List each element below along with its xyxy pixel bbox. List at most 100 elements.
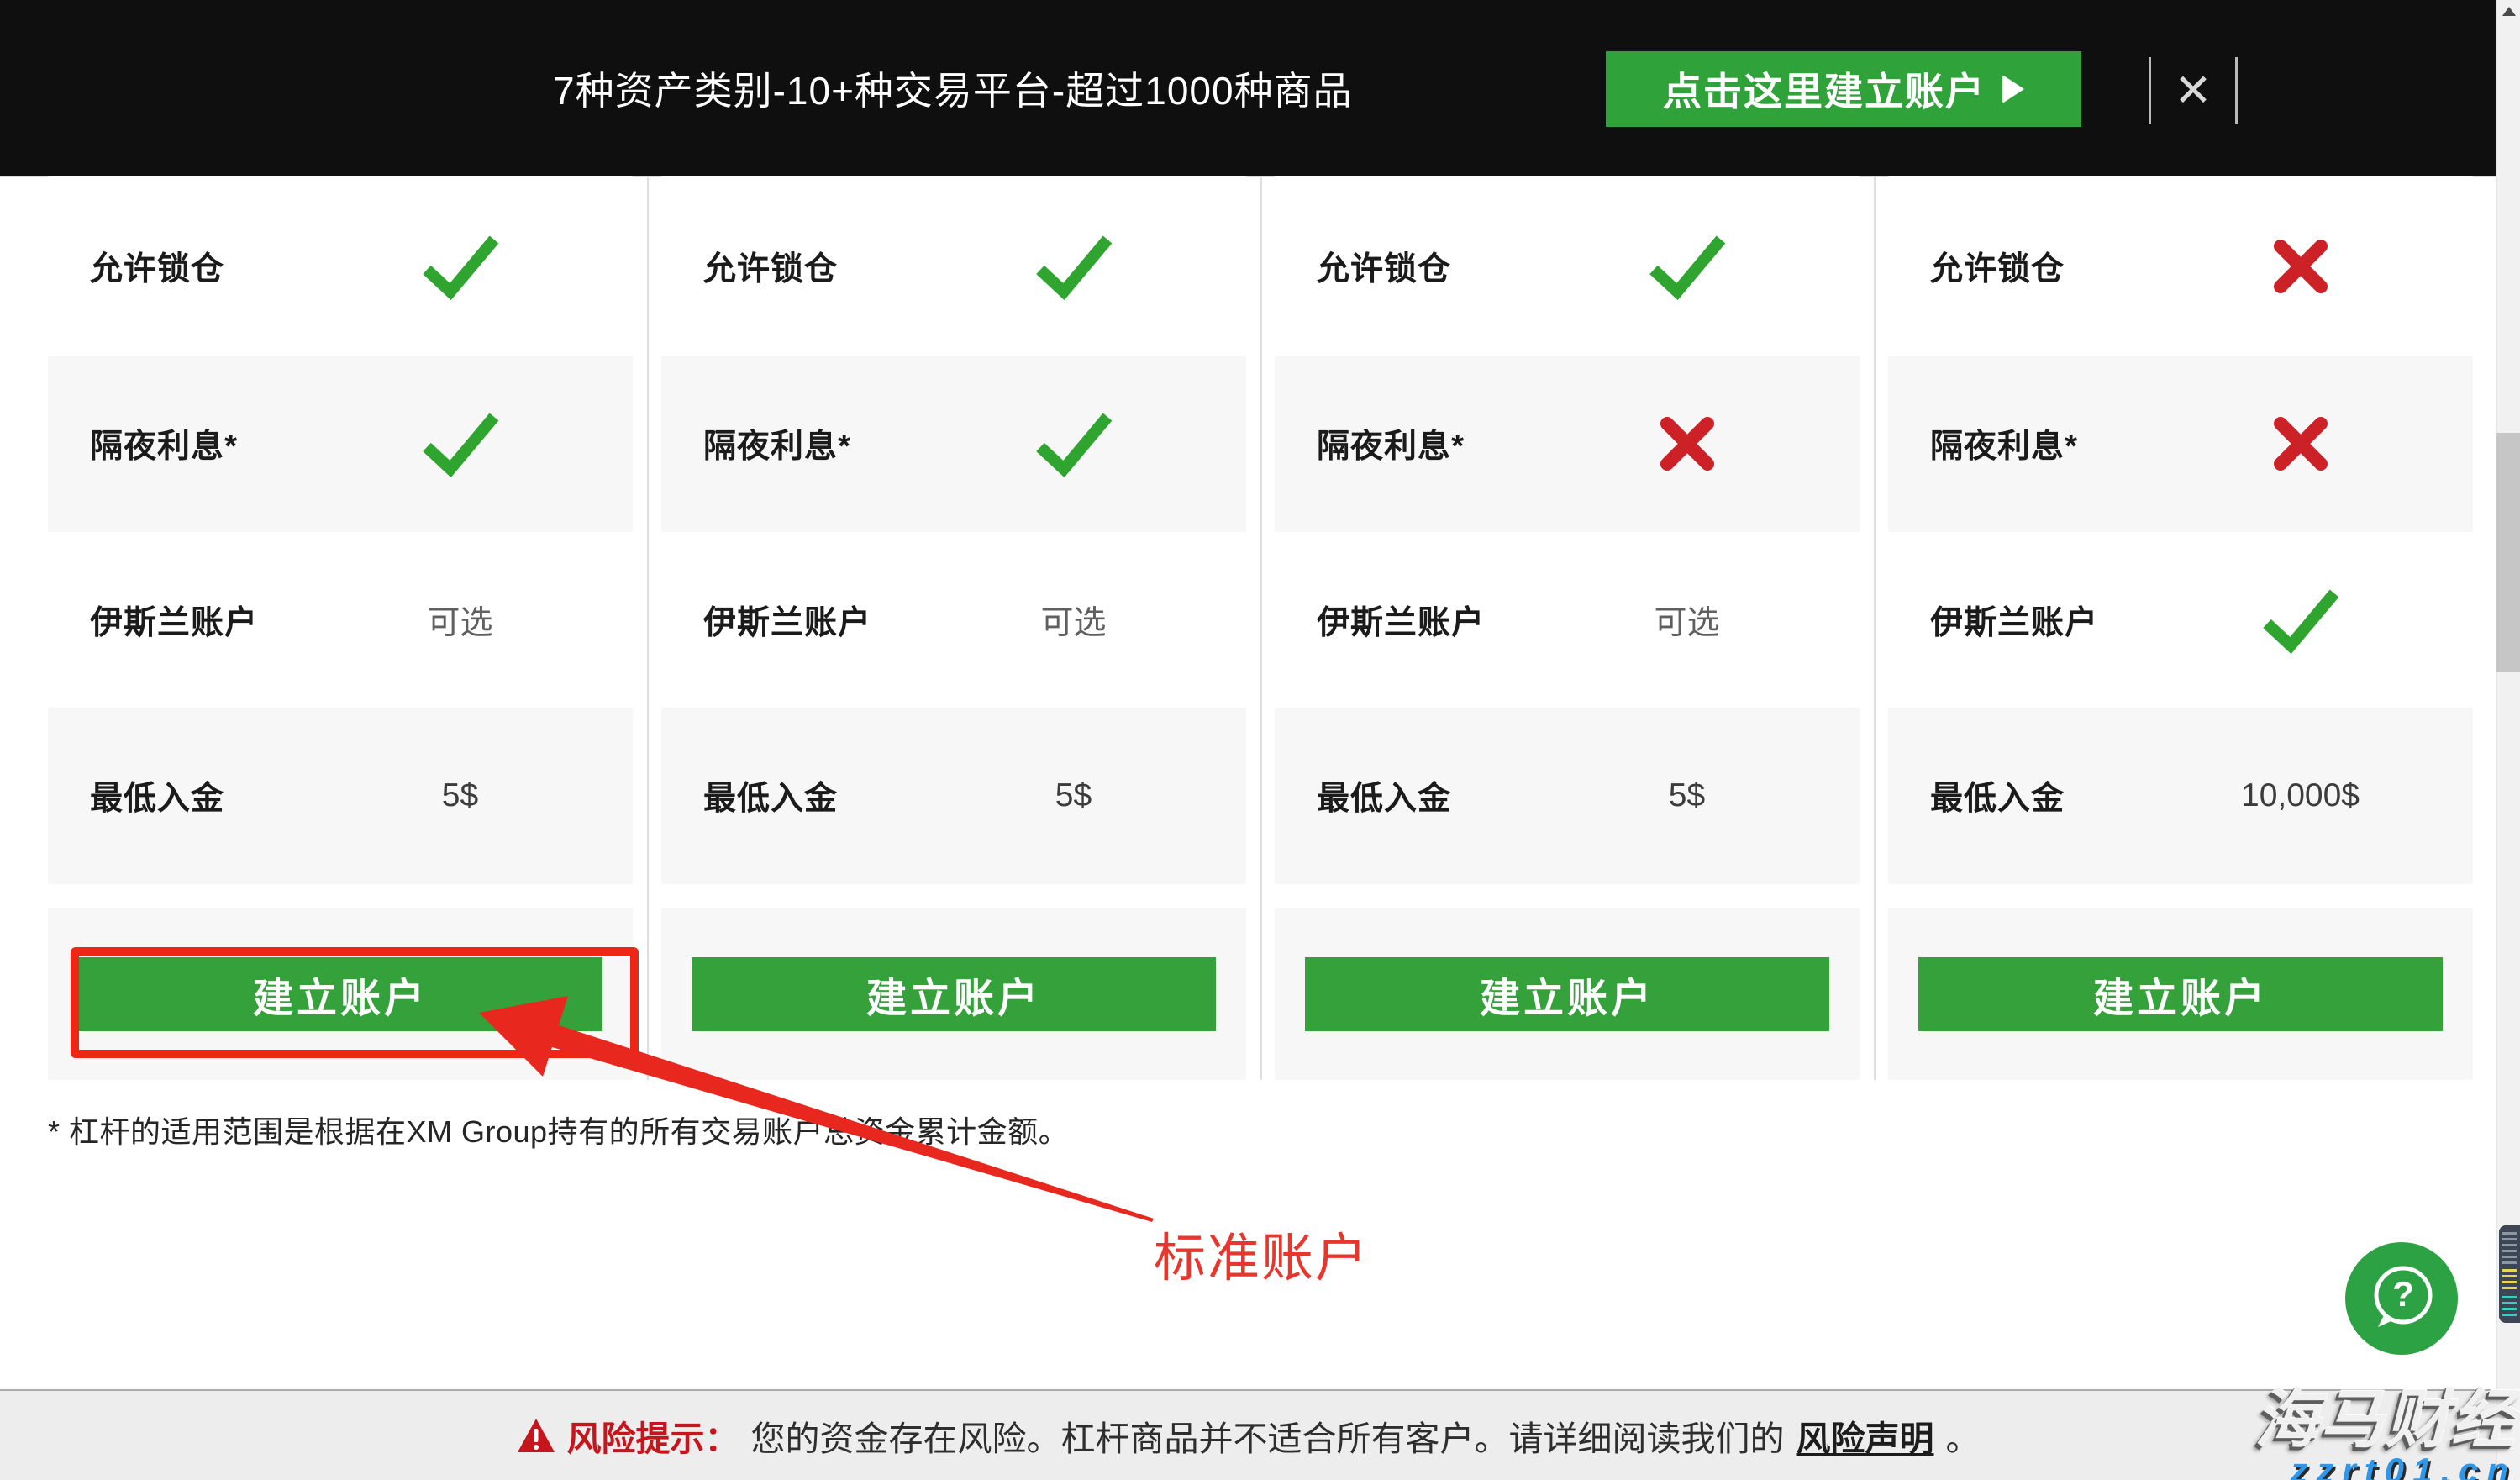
row-label: 伊斯兰账户 [703,597,901,644]
table-cell: 隔夜利息* [1888,356,2473,532]
cross-icon [2272,238,2329,295]
side-widget-stripes-yellow [2502,1269,2517,1293]
row-label: 伊斯兰账户 [1930,597,2128,644]
create-account-button[interactable]: 建立账户 [78,957,602,1031]
row-label: 最低入金 [703,772,901,819]
check-icon [420,233,501,300]
column-divider [1874,176,1876,1080]
row-label: 伊斯兰账户 [90,597,287,644]
table-cell: 隔夜利息* [661,356,1246,532]
create-account-button[interactable]: 建立账户 [692,957,1216,1031]
row-gap [1888,884,2473,908]
button-row: 建立账户 [1275,908,1860,1080]
table-cell: 伊斯兰账户可选 [1275,532,1860,708]
create-account-button[interactable]: 建立账户 [1918,957,2443,1031]
cross-value [1514,415,1860,472]
banner-cta-label: 点击这里建立账户 [1663,61,1986,117]
check-icon [1034,233,1114,300]
scrollbar-thumb[interactable] [2496,433,2520,672]
check-icon [420,410,501,477]
row-label: 隔夜利息* [1930,420,2128,467]
row-label: 伊斯兰账户 [1317,597,1514,644]
help-icon: ? [2361,1258,2442,1339]
button-row: 建立账户 [1888,908,2473,1080]
table-cell: 伊斯兰账户 [1888,532,2473,708]
row-label: 允许锁仓 [1930,243,2128,290]
risk-suffix: 。 [1946,1410,1981,1461]
banner-headline: 7种资产类别-10+种交易平台-超过1000种商品 [553,0,1353,176]
side-widget-stripes-teal [2502,1296,2517,1316]
row-gap [661,884,1246,908]
check-icon [1034,410,1114,477]
check-value [901,233,1246,300]
text-value: 可选 [287,597,633,644]
account-column-4: 允许锁仓隔夜利息* 伊斯兰账户最低入金10,000$ 建立账户 [1888,176,2473,1080]
annotation-label: 标准账户 [1154,1215,1369,1291]
column-divider [647,176,649,1080]
row-label: 最低入金 [1930,772,2128,819]
page: 7种资产类别-10+种交易平台-超过1000种商品 点击这里建立账户 ✕ 允许锁… [0,0,2520,1480]
table-cell: 最低入金10,000$ [1888,708,2473,884]
risk-statement-link[interactable]: 风险声明 [1797,1410,1934,1461]
row-label: 允许锁仓 [1317,243,1514,290]
cross-icon [2272,415,2329,472]
check-value [2128,587,2473,654]
create-account-button[interactable]: 建立账户 [1305,957,1829,1031]
close-icon[interactable]: ✕ [2151,57,2235,124]
text-value: 5$ [287,777,633,814]
account-column-2: 允许锁仓隔夜利息*伊斯兰账户可选最低入金5$建立账户 [661,176,1246,1080]
row-label: 隔夜利息* [90,420,287,467]
text-value: 5$ [1514,777,1860,814]
check-icon [1647,233,1728,300]
scroll-up-icon[interactable] [2502,7,2516,16]
table-cell: 最低入金5$ [48,708,633,884]
banner-close-group: ✕ [2149,57,2238,124]
column-divider [1260,176,1262,1080]
table-cell: 允许锁仓 [1275,176,1860,356]
side-widget-stripes-gray [2502,1232,2517,1266]
account-column-standard: 允许锁仓隔夜利息*伊斯兰账户可选最低入金5$建立账户 [48,176,633,1080]
divider [2235,57,2238,124]
risk-body: 您的资金存在风险。杠杆商品并不适合所有客户。请详细阅读我们的 [751,1410,1785,1461]
table-cell: 伊斯兰账户可选 [48,532,633,708]
promo-banner: 7种资产类别-10+种交易平台-超过1000种商品 点击这里建立账户 ✕ [0,0,2496,177]
table-cell: 伊斯兰账户可选 [661,532,1246,708]
check-icon [2260,587,2341,654]
account-column-3: 允许锁仓隔夜利息*伊斯兰账户可选最低入金5$建立账户 [1275,176,1860,1080]
table-cell: 允许锁仓 [1888,176,2473,356]
table-cell: 允许锁仓 [661,176,1246,356]
row-gap [48,884,633,908]
row-label: 隔夜利息* [1317,420,1514,467]
table-cell: 隔夜利息* [1275,356,1860,532]
check-value [287,410,633,477]
row-label: 最低入金 [90,772,287,819]
button-row: 建立账户 [661,908,1246,1080]
table-cell: 隔夜利息* [48,356,633,532]
row-gap [1275,884,1860,908]
side-widget[interactable] [2499,1225,2520,1323]
text-value: 5$ [901,777,1246,814]
table-cell: 最低入金5$ [1275,708,1860,884]
check-value [1514,233,1860,300]
banner-cta-button[interactable]: 点击这里建立账户 [1606,51,2081,127]
cross-value [2128,238,2473,295]
cross-value [2128,415,2473,472]
check-value [901,410,1246,477]
row-label: 允许锁仓 [703,243,901,290]
play-icon [2002,75,2024,103]
table-cell: 最低入金5$ [661,708,1246,884]
text-value: 可选 [1514,597,1860,644]
row-label: 隔夜利息* [703,420,901,467]
leverage-footnote: * 杠杆的适用范围是根据在XM Group持有的所有交易账户总资金累计金额。 [48,1108,1069,1151]
help-button[interactable]: ? [2345,1242,2458,1355]
button-row: 建立账户 [48,908,633,1080]
cross-icon [1659,415,1716,472]
check-value [287,233,633,300]
row-label: 最低入金 [1317,772,1514,819]
text-value: 10,000$ [2128,777,2473,814]
text-value: 可选 [901,597,1246,644]
risk-title: 风险提示： [567,1410,739,1461]
risk-warning-bar: 风险提示： 您的资金存在风险。杠杆商品并不适合所有客户。请详细阅读我们的风险声明… [0,1389,2496,1480]
row-label: 允许锁仓 [90,243,287,290]
table-cell: 允许锁仓 [48,176,633,356]
